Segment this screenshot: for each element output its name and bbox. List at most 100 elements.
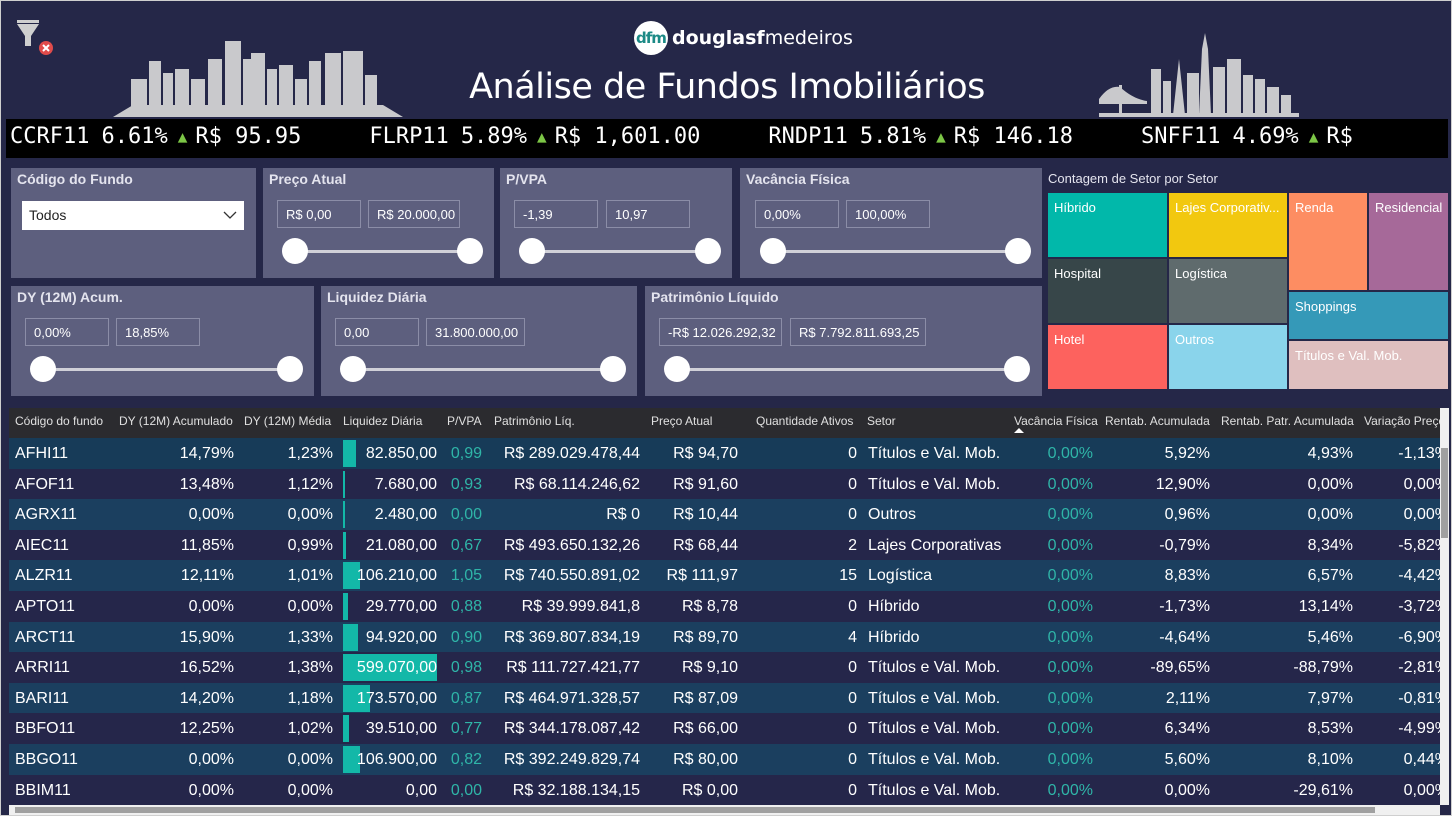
treemap-cell-hibrido[interactable]: Híbrido <box>1047 192 1168 258</box>
table-row[interactable]: BBIM11 0,00% 0,00% 0,00 0,00 R$ 32.188.134,15… <box>9 774 1449 805</box>
cell-pvpa: 0,00 <box>450 506 482 524</box>
table-row[interactable]: BARI11 14,20% 1,18% 173.570,00 0,87 R$ 464.97… <box>9 682 1449 714</box>
treemap-cell-hotel[interactable]: Hotel <box>1047 324 1168 390</box>
range-max-input[interactable]: 18,85% <box>116 318 200 346</box>
treemap-cell-residencial[interactable]: Residencial <box>1368 192 1449 291</box>
column-header[interactable]: Setor <box>867 414 896 428</box>
horizontal-scrollbar[interactable] <box>9 805 1440 815</box>
fund-code-dropdown[interactable]: Todos <box>22 201 244 230</box>
slicer-title: DY (12M) Acum. <box>17 289 123 305</box>
scrollbar-thumb[interactable] <box>1441 448 1448 538</box>
table-row[interactable]: BBFO11 12,25% 1,02% 39.510,00 0,77 R$ 344.178… <box>9 713 1449 745</box>
table-row[interactable]: AIEC11 11,85% 0,99% 21.080,00 0,67 R$ 493.650… <box>9 529 1449 561</box>
column-header[interactable]: P/VPA <box>447 414 481 428</box>
ticker-code: FLRP11 <box>369 124 449 149</box>
table-row[interactable]: ARCT11 15,90% 1,33% 94.920,00 0,90 R$ 369.807… <box>9 621 1449 653</box>
range-max-input[interactable]: 10,97 <box>606 200 690 228</box>
table-row[interactable]: ALZR11 12,11% 1,01% 106.210,00 1,05 R$ 740.55… <box>9 560 1449 592</box>
slicer-title: Patrimônio Líquido <box>651 289 779 305</box>
range-max-handle[interactable] <box>695 238 721 264</box>
ticker-pct: 4.69% <box>1232 124 1299 149</box>
range-min-handle[interactable] <box>30 356 56 382</box>
column-header[interactable]: Preço Atual <box>651 414 712 428</box>
column-header[interactable]: Liquidez Diária <box>343 414 422 428</box>
cell-rentab-patr: 8,34% <box>1307 536 1353 554</box>
ticker-pct: 5.89% <box>460 124 528 149</box>
column-header[interactable]: Variação Preço <box>1364 414 1445 428</box>
cell-codigo: AFOF11 <box>15 475 75 493</box>
clear-filter-icon[interactable] <box>15 18 55 58</box>
range-track <box>353 368 613 371</box>
treemap-cell-logistica[interactable]: Logística <box>1168 258 1288 324</box>
table-row[interactable]: AGRX11 0,00% 0,00% 2.480,00 0,00 R$ 0 R$ 10,44… <box>9 499 1449 531</box>
sort-ascending-icon[interactable] <box>1014 428 1024 433</box>
range-max-handle[interactable] <box>600 356 626 382</box>
ticker-code: SNFF11 <box>1140 124 1221 149</box>
cell-dy-acumulado: 16,52% <box>179 659 234 677</box>
treemap-cell-hospital[interactable]: Hospital <box>1047 258 1168 324</box>
range-max-input[interactable]: 100,00% <box>846 200 930 228</box>
column-header[interactable]: DY (12M) Média <box>244 414 331 428</box>
range-min-input[interactable]: 0,00% <box>755 200 839 228</box>
range-min-handle[interactable] <box>282 238 308 264</box>
range-min-input[interactable]: 0,00 <box>335 318 419 346</box>
cell-preco: R$ 111,97 <box>666 567 738 585</box>
treemap-cell-lajes[interactable]: Lajes Corporativ... <box>1168 192 1288 258</box>
column-header[interactable]: Vacância Física <box>1014 414 1098 428</box>
range-max-input[interactable]: 31.800.000,00 <box>426 318 525 346</box>
cell-qtd-ativos: 0 <box>848 720 857 738</box>
cell-preco: R$ 9,10 <box>681 659 738 677</box>
range-max-handle[interactable] <box>1004 356 1030 382</box>
column-header[interactable]: Rentab. Patr. Acumulada <box>1221 414 1354 428</box>
cell-qtd-ativos: 0 <box>848 506 857 524</box>
column-header[interactable]: Rentab. Acumulada <box>1105 414 1210 428</box>
treemap-cell-outros[interactable]: Outros <box>1168 324 1288 390</box>
vertical-scrollbar[interactable] <box>1440 408 1449 805</box>
range-min-input[interactable]: -R$ 12.026.292,32 <box>659 318 782 346</box>
cell-setor: Títulos e Val. Mob. <box>868 720 1001 738</box>
cell-setor: Híbrido <box>868 628 920 646</box>
range-max-input[interactable]: R$ 20.000,00 <box>368 200 460 228</box>
table-row[interactable]: AFHI11 14,79% 1,23% 82.850,00 0,99 R$ 289.029… <box>9 438 1449 469</box>
cell-dy-acumulado: 12,25% <box>179 720 234 738</box>
cell-dy-acumulado: 0,00% <box>188 751 234 768</box>
funds-table: Código do fundo DY (12M) Acumulado DY (1… <box>9 408 1449 805</box>
table-row[interactable]: BBGO11 0,00% 0,00% 106.900,00 0,82 R$ 392.249… <box>9 744 1449 775</box>
cell-liquidez: 21.080,00 <box>365 536 437 554</box>
column-header[interactable]: DY (12M) Acumulado <box>119 414 233 428</box>
range-min-input[interactable]: R$ 0,00 <box>277 200 361 228</box>
scrollbar-thumb[interactable] <box>15 807 1375 813</box>
treemap-cell-shoppings[interactable]: Shoppings <box>1288 291 1449 340</box>
treemap-cell-renda[interactable]: Renda <box>1288 192 1368 291</box>
range-max-handle[interactable] <box>277 356 303 382</box>
cell-patrimonio: R$ 369.807.834,19 <box>503 628 640 646</box>
range-min-handle[interactable] <box>519 238 545 264</box>
table-row[interactable]: APTO11 0,00% 0,00% 29.770,00 0,88 R$ 39.999.8… <box>9 591 1449 622</box>
cell-liquidez: 39.510,00 <box>365 720 437 738</box>
cell-pvpa: 0,82 <box>450 751 482 768</box>
range-min-input[interactable]: -1,39 <box>514 200 598 228</box>
chevron-down-icon <box>223 211 237 219</box>
table-row[interactable]: AFOF11 13,48% 1,12% 7.680,00 0,93 R$ 68.114.2… <box>9 468 1449 500</box>
cell-rentab-patr: 4,93% <box>1307 445 1353 462</box>
range-min-handle[interactable] <box>340 356 366 382</box>
range-min-input[interactable]: 0,00% <box>25 318 109 346</box>
treemap-cell-titulos[interactable]: Títulos e Val. Mob. <box>1288 340 1449 390</box>
range-max-handle[interactable] <box>1005 238 1031 264</box>
cell-pvpa: 0,87 <box>450 689 482 707</box>
range-max-handle[interactable] <box>457 238 483 264</box>
cell-dy-media: 1,01% <box>287 567 333 585</box>
cell-qtd-ativos: 0 <box>848 475 857 493</box>
range-min-handle[interactable] <box>760 238 786 264</box>
cell-vacancia: 0,00% <box>1047 689 1093 707</box>
column-header[interactable]: Código do fundo <box>15 414 103 428</box>
column-header[interactable]: Patrimônio Líq. <box>494 414 575 428</box>
range-track <box>774 250 1018 253</box>
range-max-input[interactable]: R$ 7.792.811.693,25 <box>790 318 926 346</box>
ticker-track: CCRF11 6.61% ▲ R$ 95.95 FLRP11 5.89% ▲ R… <box>10 124 1421 149</box>
table-row[interactable]: ARRI11 16,52% 1,38% 599.070,00 0,98 R$ 111.72… <box>9 652 1449 684</box>
cell-patrimonio: R$ 493.650.132,26 <box>503 536 640 554</box>
range-min-handle[interactable] <box>664 356 690 382</box>
cell-rentab: 0,96% <box>1164 506 1210 524</box>
column-header[interactable]: Quantidade Ativos <box>756 414 853 428</box>
